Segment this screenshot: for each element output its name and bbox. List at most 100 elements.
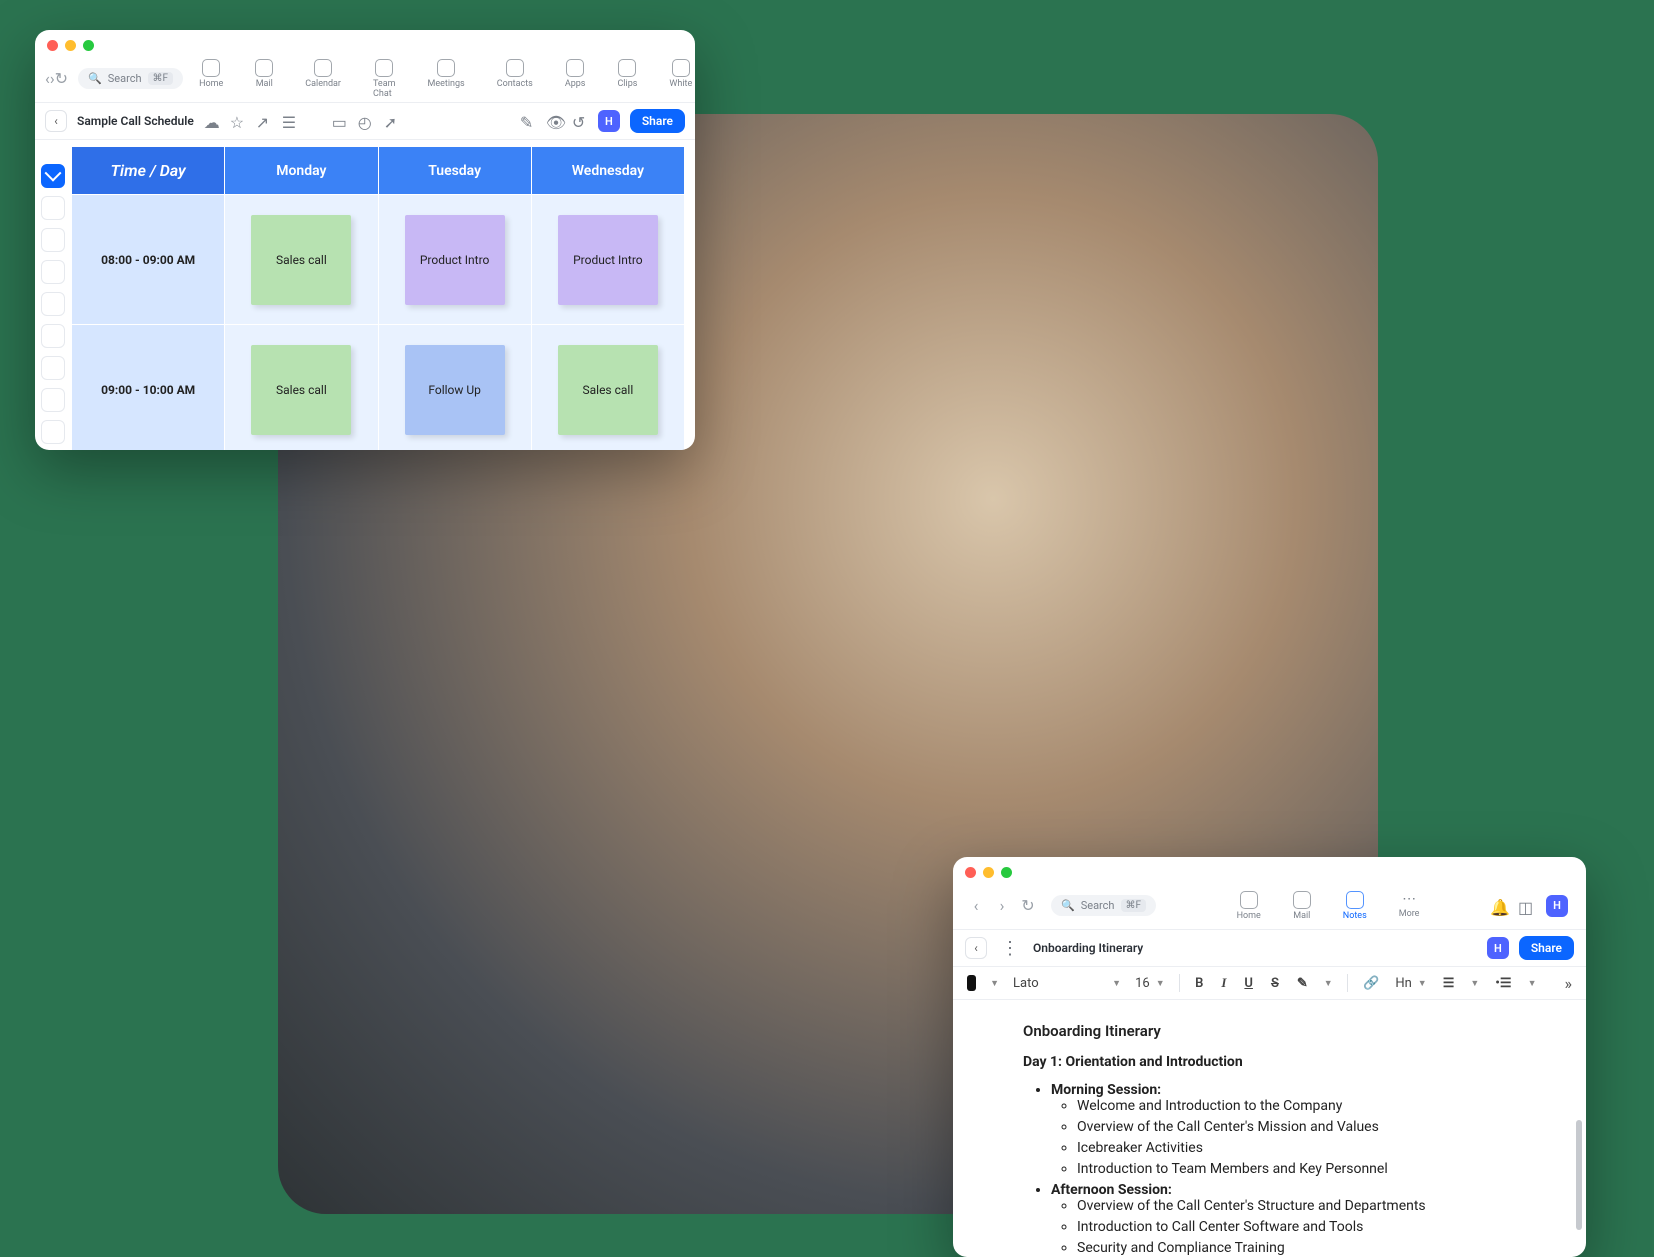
schedule-cell[interactable]: Sales call bbox=[225, 195, 378, 325]
tool-comment[interactable] bbox=[41, 356, 65, 380]
tab-label: Calendar bbox=[305, 79, 341, 89]
tool-connector[interactable] bbox=[41, 420, 65, 444]
overflow-icon[interactable]: » bbox=[1564, 974, 1572, 993]
home-icon bbox=[202, 59, 220, 77]
nav-forward-icon[interactable]: › bbox=[989, 896, 1015, 915]
schedule-cell[interactable]: Product Intro bbox=[378, 195, 531, 325]
tool-sticky[interactable] bbox=[41, 324, 65, 348]
editor[interactable]: Onboarding Itinerary Day 1: Orientation … bbox=[953, 1000, 1586, 1257]
bold-button[interactable]: B bbox=[1193, 974, 1205, 993]
bell-icon[interactable]: 🔔 bbox=[1490, 898, 1506, 914]
panel-icon[interactable]: ◫ bbox=[1518, 898, 1534, 914]
tool-frame[interactable] bbox=[41, 388, 65, 412]
tab-label: More bbox=[1399, 909, 1420, 919]
tab-team-chat[interactable]: Team Chat bbox=[367, 55, 402, 103]
tab-calendar[interactable]: Calendar bbox=[299, 55, 347, 103]
app-tabs: Home Mail Calendar Team Chat Meetings Contact… bbox=[193, 55, 695, 103]
timer-icon[interactable]: ◴ bbox=[358, 113, 374, 129]
schedule-card[interactable]: Product Intro bbox=[405, 215, 505, 305]
heading-select[interactable]: Hn▼ bbox=[1395, 976, 1426, 991]
link-button[interactable]: 🔗 bbox=[1361, 974, 1381, 993]
tab-meetings[interactable]: Meetings bbox=[422, 55, 471, 103]
schedule-card[interactable]: Sales call bbox=[251, 215, 351, 305]
tool-pointer[interactable] bbox=[41, 164, 65, 188]
tab-clips[interactable]: Clips bbox=[611, 55, 643, 103]
list-icon[interactable]: ☰ bbox=[282, 113, 298, 129]
close-icon[interactable] bbox=[965, 867, 976, 878]
avatar[interactable]: H bbox=[1487, 937, 1509, 959]
avatar[interactable]: H bbox=[1546, 895, 1568, 917]
nav-back-icon[interactable]: ‹ bbox=[963, 896, 989, 915]
search-input[interactable]: 🔍 Search ⌘F bbox=[78, 68, 183, 89]
pointer-icon[interactable]: ➚ bbox=[384, 113, 400, 129]
app-tabs: Home Mail Notes ⋯More bbox=[1166, 887, 1490, 925]
share-button[interactable]: Share bbox=[630, 109, 685, 133]
canvas[interactable]: Time / DayMondayTuesdayWednesday08:00 - … bbox=[71, 140, 695, 450]
schedule-cell[interactable]: Sales call bbox=[531, 325, 684, 451]
kebab-menu-icon[interactable]: ⋮ bbox=[997, 938, 1023, 959]
tab-label: Mail bbox=[256, 79, 273, 89]
contacts-icon bbox=[506, 59, 524, 77]
avatar[interactable]: H bbox=[598, 110, 620, 132]
tab-label: Contacts bbox=[497, 79, 533, 89]
tool-text[interactable] bbox=[41, 292, 65, 316]
schedule-cell[interactable]: Sales call bbox=[225, 325, 378, 451]
close-icon[interactable] bbox=[47, 40, 58, 51]
tab-label: Home bbox=[1237, 911, 1261, 921]
align-button[interactable]: ☰ bbox=[1441, 974, 1457, 993]
chevron-down-icon: ▼ bbox=[990, 978, 999, 989]
tool-pen[interactable] bbox=[41, 196, 65, 220]
strike-button[interactable]: S bbox=[1269, 974, 1281, 993]
reactions-icon[interactable]: 👁 bbox=[546, 113, 562, 129]
underline-button[interactable]: U bbox=[1242, 974, 1255, 993]
export-icon[interactable]: ↗ bbox=[256, 113, 272, 129]
history-icon[interactable]: ↺ bbox=[572, 113, 588, 129]
italic-button[interactable]: I bbox=[1219, 973, 1228, 993]
scrollbar-thumb[interactable] bbox=[1576, 1120, 1582, 1230]
whiteboard-window: ‹ › ↻ 🔍 Search ⌘F HomeMailCalendarTeam C… bbox=[35, 30, 695, 450]
tab-more[interactable]: ⋯More bbox=[1393, 887, 1426, 925]
tab-home[interactable]: Home bbox=[193, 55, 229, 103]
present-icon[interactable]: ▭ bbox=[332, 113, 348, 129]
share-button[interactable]: Share bbox=[1519, 936, 1574, 960]
size-select[interactable]: 16▼ bbox=[1135, 976, 1165, 991]
tab-home[interactable]: Home bbox=[1231, 887, 1267, 925]
tool-palette bbox=[35, 140, 71, 450]
time-header: 08:00 - 09:00 AM bbox=[72, 195, 225, 325]
schedule-card[interactable]: Sales call bbox=[558, 345, 658, 435]
refresh-icon[interactable]: ↻ bbox=[1015, 896, 1041, 915]
minimize-icon[interactable] bbox=[65, 40, 76, 51]
refresh-icon[interactable]: ↻ bbox=[55, 69, 68, 88]
list-button[interactable]: •☰ bbox=[1493, 974, 1513, 993]
schedule-cell[interactable]: Product Intro bbox=[531, 195, 684, 325]
tab-label: Team Chat bbox=[373, 79, 396, 99]
back-button[interactable]: ‹ bbox=[965, 937, 987, 959]
tab-contacts[interactable]: Contacts bbox=[491, 55, 539, 103]
schedule-card[interactable]: Product Intro bbox=[558, 215, 658, 305]
tab-label: Apps bbox=[565, 79, 586, 89]
maximize-icon[interactable] bbox=[1001, 867, 1012, 878]
schedule-cell[interactable]: Follow Up bbox=[378, 325, 531, 451]
back-button[interactable]: ‹ bbox=[45, 110, 67, 132]
tool-line[interactable] bbox=[41, 260, 65, 284]
schedule-card[interactable]: Sales call bbox=[251, 345, 351, 435]
star-icon[interactable]: ☆ bbox=[230, 113, 246, 129]
comment-icon[interactable]: ✎ bbox=[520, 113, 536, 129]
minimize-icon[interactable] bbox=[983, 867, 994, 878]
font-select[interactable]: Lato bbox=[1013, 976, 1039, 991]
doc-toolbar: ‹ ⋮ Onboarding Itinerary H Share bbox=[953, 930, 1586, 967]
tab-notes[interactable]: Notes bbox=[1337, 887, 1373, 925]
tab-mail[interactable]: Mail bbox=[1287, 887, 1317, 925]
search-input[interactable]: 🔍 Search ⌘F bbox=[1051, 895, 1156, 916]
highlight-button[interactable]: ✎ bbox=[1295, 974, 1310, 993]
tab-mail[interactable]: Mail bbox=[249, 55, 279, 103]
color-swatch[interactable] bbox=[967, 975, 976, 991]
app-topbar: ‹ › ↻ 🔍 Search ⌘F HomeMailCalendarTeam C… bbox=[35, 55, 695, 103]
tab-white[interactable]: White bbox=[663, 55, 695, 103]
session-item: Morning Session:Welcome and Introduction… bbox=[1051, 1082, 1516, 1177]
maximize-icon[interactable] bbox=[83, 40, 94, 51]
tab-apps[interactable]: Apps bbox=[559, 55, 592, 103]
cloud-icon[interactable]: ☁ bbox=[204, 113, 220, 129]
tool-shape[interactable] bbox=[41, 228, 65, 252]
schedule-card[interactable]: Follow Up bbox=[405, 345, 505, 435]
